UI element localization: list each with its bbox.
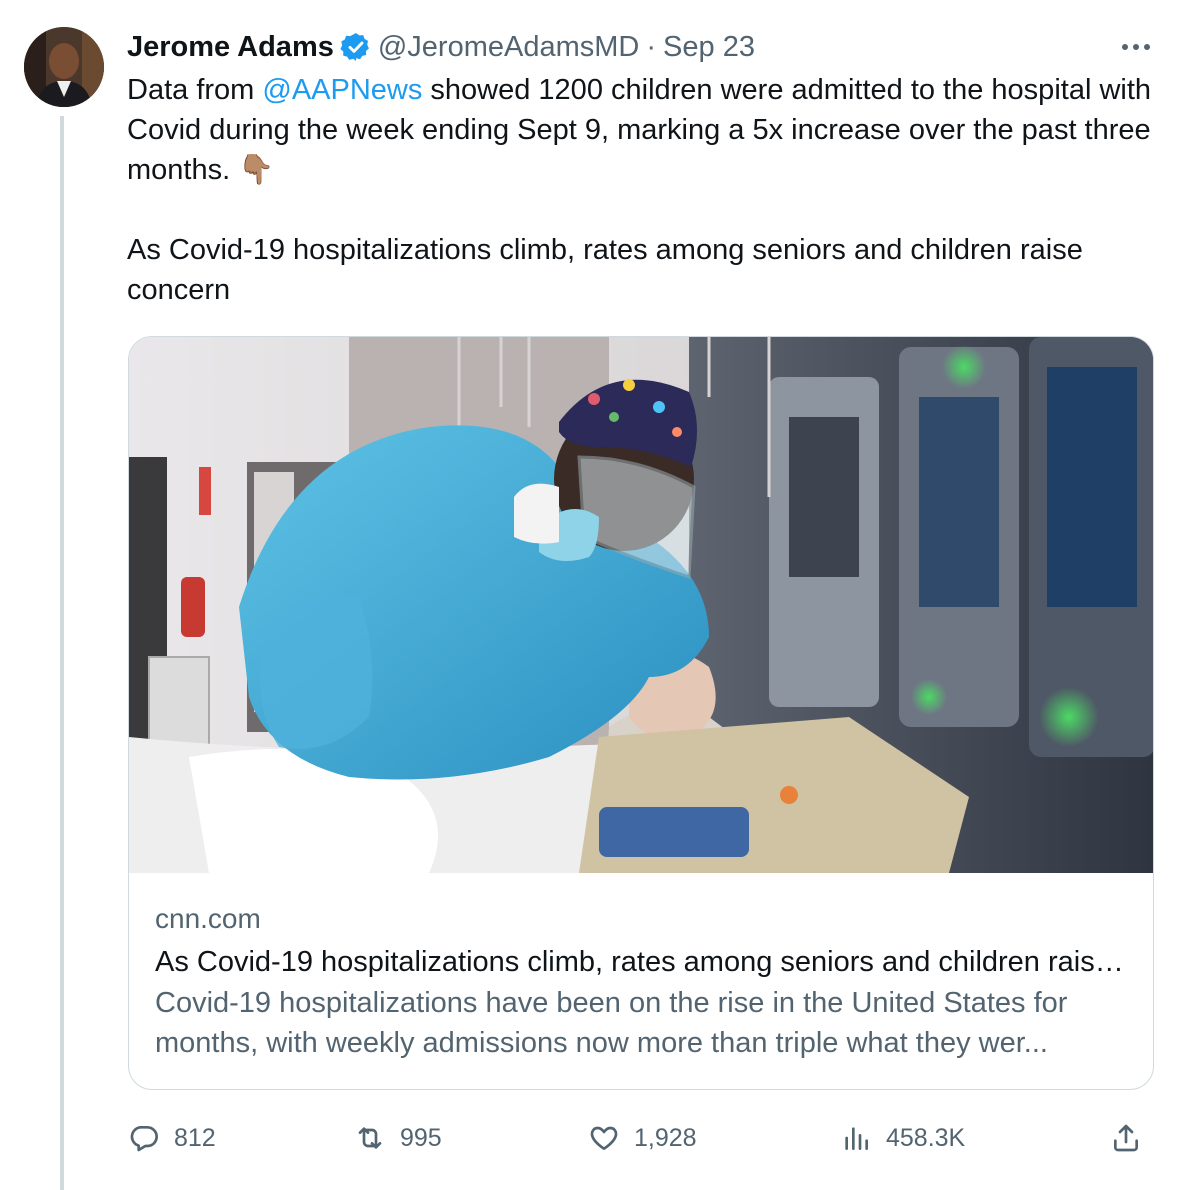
reply-count: 812: [174, 1123, 216, 1152]
card-image: [129, 337, 1153, 873]
avatar[interactable]: [24, 27, 104, 107]
tweet-header: Jerome Adams @JeromeAdamsMD · Sep 23: [127, 28, 755, 66]
card-title[interactable]: As Covid-19 hospitalizations climb, rate…: [155, 941, 1135, 983]
author-handle[interactable]: @JeromeAdamsMD: [378, 31, 640, 64]
like-icon: [590, 1126, 618, 1150]
reply-icon: [130, 1126, 158, 1152]
views-button[interactable]: 458.3K: [840, 1116, 965, 1160]
tweet-body: Data from @AAPNews showed 1200 children …: [127, 70, 1167, 310]
repost-icon: [358, 1127, 382, 1149]
card-domain: cnn.com: [155, 903, 261, 934]
tweet-paragraph-1: Data from @AAPNews showed 1200 children …: [127, 70, 1167, 190]
views-icon: [845, 1127, 868, 1150]
like-count: 1,928: [634, 1123, 697, 1152]
tweet-text-prefix: Data from: [127, 74, 263, 106]
repost-button[interactable]: 995: [354, 1116, 442, 1160]
like-button[interactable]: 1,928: [588, 1116, 697, 1160]
author-name[interactable]: Jerome Adams: [127, 31, 334, 64]
action-bar: 812 995 1,928 458.3K: [128, 1116, 1154, 1160]
reply-button[interactable]: 812: [128, 1116, 216, 1160]
repost-count: 995: [400, 1123, 442, 1152]
share-button[interactable]: [1110, 1116, 1142, 1160]
thread-line: [60, 116, 64, 1190]
tweet-date[interactable]: Sep 23: [663, 31, 755, 64]
card-description: Covid-19 hospitalizations have been on t…: [155, 987, 1068, 1059]
share-icon: [1114, 1124, 1138, 1152]
views-count: 458.3K: [886, 1123, 966, 1152]
mention-link[interactable]: @AAPNews: [262, 74, 422, 106]
link-preview-card[interactable]: cnn.com As Covid-19 hospitalizations cli…: [128, 336, 1154, 1090]
pointing-down-emoji: 👇🏽: [238, 154, 275, 186]
more-options-button[interactable]: [1118, 32, 1154, 62]
card-meta: cnn.com As Covid-19 hospitalizations cli…: [155, 897, 1135, 1063]
separator-dot: ·: [646, 30, 657, 63]
avatar-photo: [24, 27, 104, 107]
tweet-paragraph-2: As Covid-19 hospitalizations climb, rate…: [127, 234, 1083, 306]
more-options-icon: [1122, 44, 1150, 50]
verified-badge-icon: [340, 33, 369, 61]
